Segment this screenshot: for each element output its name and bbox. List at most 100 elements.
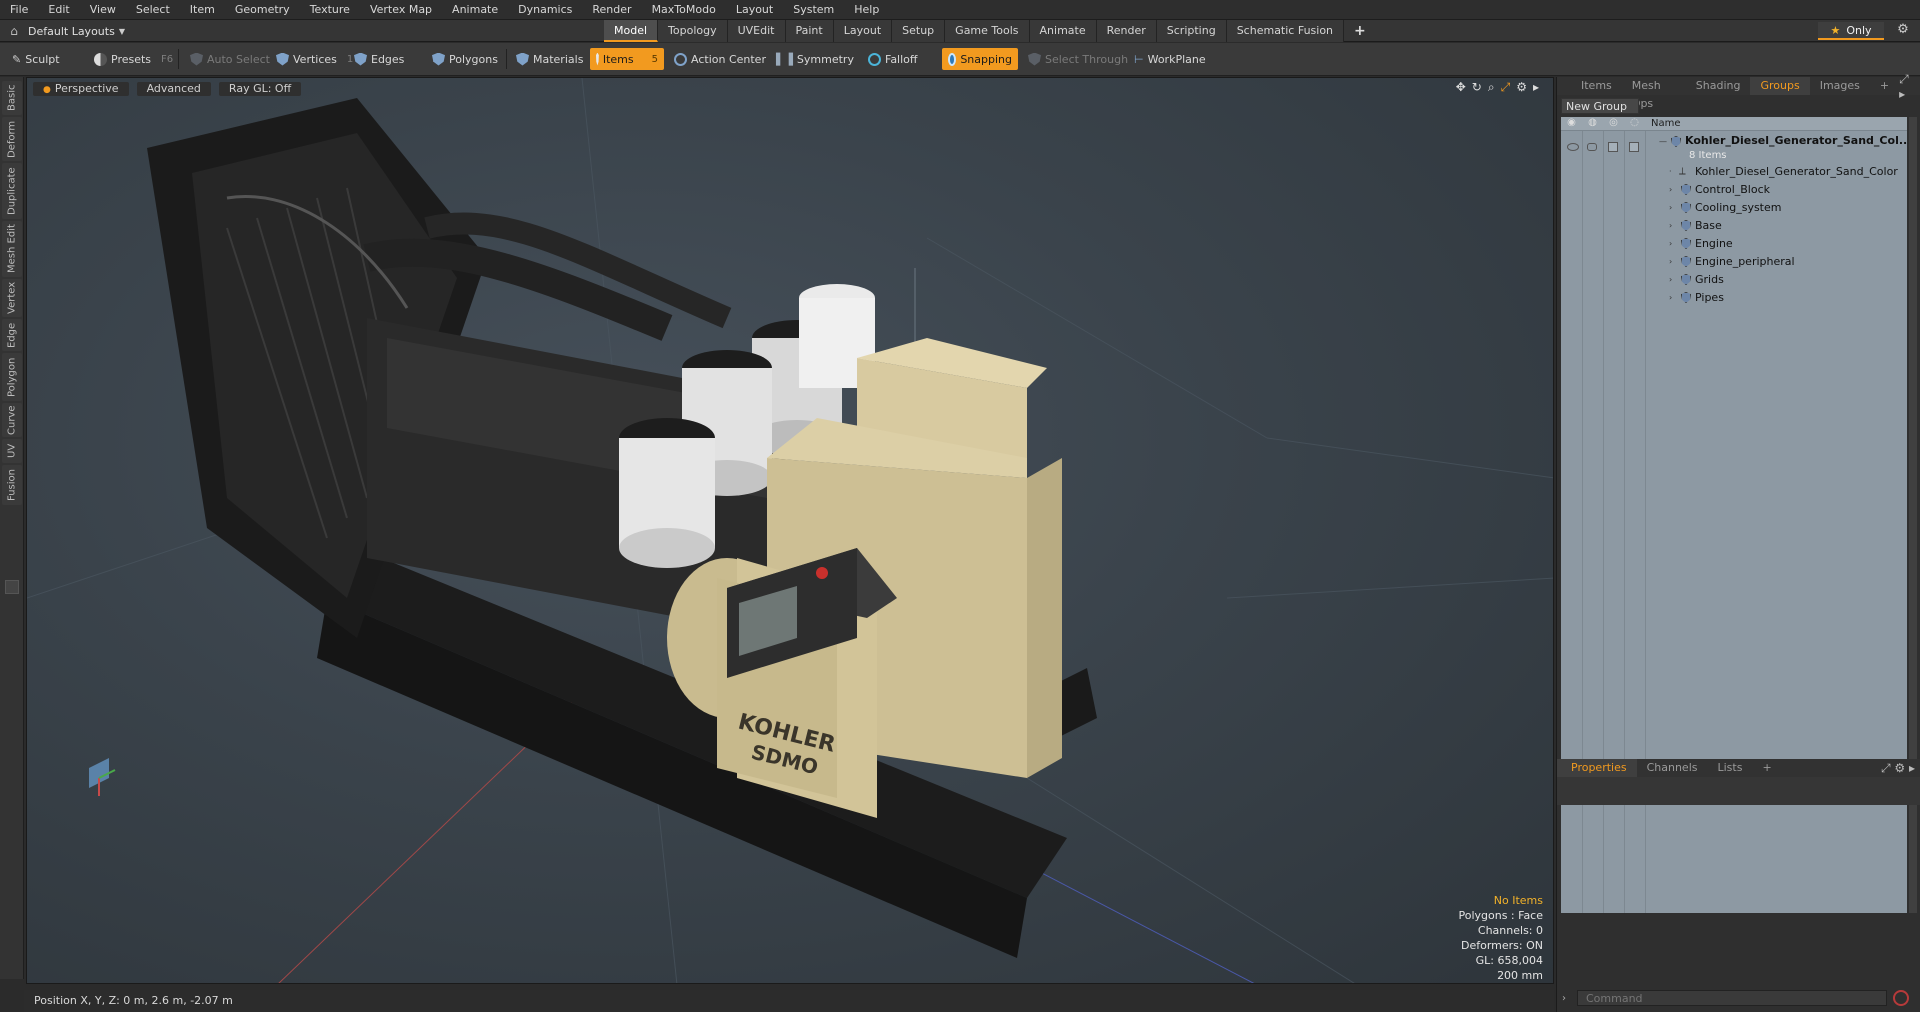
expand-icon[interactable]: ⤢ ▸ bbox=[1899, 72, 1920, 101]
lock-column-icon[interactable]: ◍ bbox=[1582, 117, 1603, 131]
menu-help[interactable]: Help bbox=[844, 0, 889, 20]
add-tab-icon[interactable]: + bbox=[1870, 77, 1899, 95]
tab-curve[interactable]: Curve bbox=[2, 403, 22, 437]
tab-edge[interactable]: Edge bbox=[2, 319, 22, 351]
menu-vertex-map[interactable]: Vertex Map bbox=[360, 0, 442, 20]
tab-images[interactable]: Images bbox=[1810, 77, 1870, 95]
home-icon[interactable]: ⌂ bbox=[0, 24, 28, 38]
panel-controls-icon[interactable]: ⤢ ⚙ ▸ bbox=[1881, 761, 1920, 776]
presets-button[interactable]: Presets F6 bbox=[88, 48, 179, 70]
3d-viewport[interactable]: KOHLER SDMO ● Perspective Advanced Ray GL… bbox=[26, 77, 1554, 984]
visibility-column-icon[interactable]: ◉ bbox=[1561, 117, 1582, 131]
expand-icon[interactable]: › bbox=[1669, 293, 1672, 302]
tab-schematic-fusion[interactable]: Schematic Fusion bbox=[1226, 20, 1345, 42]
collapse-icon[interactable]: — bbox=[1659, 137, 1667, 146]
tree-row-item[interactable]: › Grids bbox=[1561, 271, 1907, 287]
menu-render[interactable]: Render bbox=[582, 0, 641, 20]
symmetry-button[interactable]: ▌▐ Symmetry bbox=[770, 48, 860, 70]
select-through-button[interactable]: Select Through bbox=[1022, 48, 1134, 70]
move-view-icon[interactable]: ✥ bbox=[1456, 80, 1466, 95]
rotate-view-icon[interactable]: ↻ bbox=[1472, 80, 1482, 95]
tab-duplicate[interactable]: Duplicate bbox=[2, 163, 22, 219]
menu-item[interactable]: Item bbox=[180, 0, 225, 20]
tab-model[interactable]: Model bbox=[604, 20, 659, 42]
sculpt-button[interactable]: ✎ Sculpt bbox=[6, 48, 66, 70]
snapping-button[interactable]: Snapping bbox=[942, 48, 1018, 70]
tab-game-tools[interactable]: Game Tools bbox=[945, 20, 1030, 42]
tab-animate[interactable]: Animate bbox=[1029, 20, 1097, 42]
render-column-icon[interactable]: ◌ bbox=[1624, 117, 1645, 131]
layout-selector[interactable]: ⌂ Default Layouts ▼ bbox=[0, 20, 140, 42]
raygl-toggle[interactable]: Ray GL: Off bbox=[218, 82, 302, 96]
tab-shading[interactable]: Shading bbox=[1686, 77, 1751, 95]
only-button[interactable]: ★ Only bbox=[1818, 22, 1884, 40]
expand-icon[interactable]: › bbox=[1669, 185, 1672, 194]
menu-edit[interactable]: Edit bbox=[38, 0, 79, 20]
add-tab-icon[interactable]: + bbox=[1752, 759, 1781, 777]
menu-layout[interactable]: Layout bbox=[726, 0, 783, 20]
tab-polygon[interactable]: Polygon bbox=[2, 353, 22, 401]
tab-mesh-ops[interactable]: Mesh Ops bbox=[1622, 77, 1686, 110]
expand-icon[interactable]: › bbox=[1669, 257, 1672, 266]
expand-icon[interactable]: › bbox=[1669, 203, 1672, 212]
tab-deform[interactable]: Deform bbox=[2, 117, 22, 161]
tree-row-item[interactable]: › Base bbox=[1561, 217, 1907, 233]
select-column-icon[interactable]: ◎ bbox=[1603, 117, 1624, 131]
projection-dropdown[interactable]: ● Perspective bbox=[33, 82, 129, 96]
expand-icon[interactable]: › bbox=[1669, 239, 1672, 248]
items-button[interactable]: Items 5 bbox=[590, 48, 664, 70]
tab-channels[interactable]: Channels bbox=[1637, 759, 1708, 777]
viewport-gear-icon[interactable]: ⚙ bbox=[1516, 80, 1527, 95]
menu-maxtomodo[interactable]: MaxToModo bbox=[642, 0, 726, 20]
tree-row-item[interactable]: › Pipes bbox=[1561, 289, 1907, 305]
zoom-view-icon[interactable]: ⌕ bbox=[1488, 80, 1495, 95]
menu-system[interactable]: System bbox=[783, 0, 844, 20]
expand-panel-icon[interactable] bbox=[5, 580, 19, 594]
command-history-icon[interactable]: › bbox=[1557, 993, 1571, 1004]
shading-dropdown[interactable]: Advanced bbox=[136, 82, 211, 96]
tab-basic[interactable]: Basic bbox=[2, 81, 22, 115]
tab-layout[interactable]: Layout bbox=[833, 20, 893, 42]
polygons-button[interactable]: Polygons bbox=[426, 48, 504, 70]
tree-row-item[interactable]: › Cooling_system bbox=[1561, 199, 1907, 215]
tree-row-item[interactable]: › Engine_peripheral bbox=[1561, 253, 1907, 269]
tab-properties[interactable]: Properties bbox=[1557, 759, 1637, 777]
tab-render[interactable]: Render bbox=[1096, 20, 1157, 42]
menu-select[interactable]: Select bbox=[126, 0, 180, 20]
auto-select-button[interactable]: Auto Select bbox=[184, 48, 276, 70]
tab-setup[interactable]: Setup bbox=[892, 20, 946, 42]
tab-groups[interactable]: Groups bbox=[1750, 77, 1810, 95]
tab-paint[interactable]: Paint bbox=[785, 20, 834, 42]
menu-dynamics[interactable]: Dynamics bbox=[508, 0, 582, 20]
menu-animate[interactable]: Animate bbox=[442, 0, 508, 20]
tree-row-item[interactable]: › Engine bbox=[1561, 235, 1907, 251]
tab-lists[interactable]: Lists bbox=[1708, 759, 1753, 777]
tab-fusion[interactable]: Fusion bbox=[2, 465, 22, 505]
tab-topology[interactable]: Topology bbox=[658, 20, 728, 42]
tab-uv[interactable]: UV bbox=[2, 439, 22, 463]
expand-icon[interactable]: › bbox=[1669, 221, 1672, 230]
tree-row-item[interactable]: › Control_Block bbox=[1561, 181, 1907, 197]
tab-mesh-edit[interactable]: Mesh Edit bbox=[2, 221, 22, 277]
vertices-button[interactable]: Vertices 1 bbox=[270, 48, 359, 70]
command-run-icon[interactable] bbox=[1893, 990, 1909, 1006]
menu-geometry[interactable]: Geometry bbox=[225, 0, 300, 20]
fit-view-icon[interactable]: ⤢ bbox=[1501, 80, 1511, 95]
tab-vertex[interactable]: Vertex bbox=[2, 279, 22, 317]
tree-row-item[interactable]: · ⟂ Kohler_Diesel_Generator_Sand_Color bbox=[1561, 163, 1907, 179]
tab-uvedit[interactable]: UVEdit bbox=[727, 20, 786, 42]
gear-icon[interactable]: ⚙ bbox=[1892, 22, 1914, 40]
materials-button[interactable]: Materials bbox=[510, 48, 589, 70]
command-input[interactable] bbox=[1577, 990, 1887, 1006]
expand-icon[interactable]: › bbox=[1669, 275, 1672, 284]
workplane-button[interactable]: ⊢ WorkPlane bbox=[1128, 48, 1212, 70]
falloff-button[interactable]: Falloff bbox=[862, 48, 923, 70]
new-group-button[interactable]: New Group bbox=[1561, 98, 1639, 114]
tab-items[interactable]: Items bbox=[1557, 77, 1622, 95]
menu-file[interactable]: File bbox=[0, 0, 38, 20]
add-tab-icon[interactable]: + bbox=[1344, 20, 1376, 42]
menu-texture[interactable]: Texture bbox=[300, 0, 360, 20]
action-center-button[interactable]: Action Center bbox=[668, 48, 772, 70]
tab-scripting[interactable]: Scripting bbox=[1156, 20, 1227, 42]
menu-view[interactable]: View bbox=[80, 0, 126, 20]
